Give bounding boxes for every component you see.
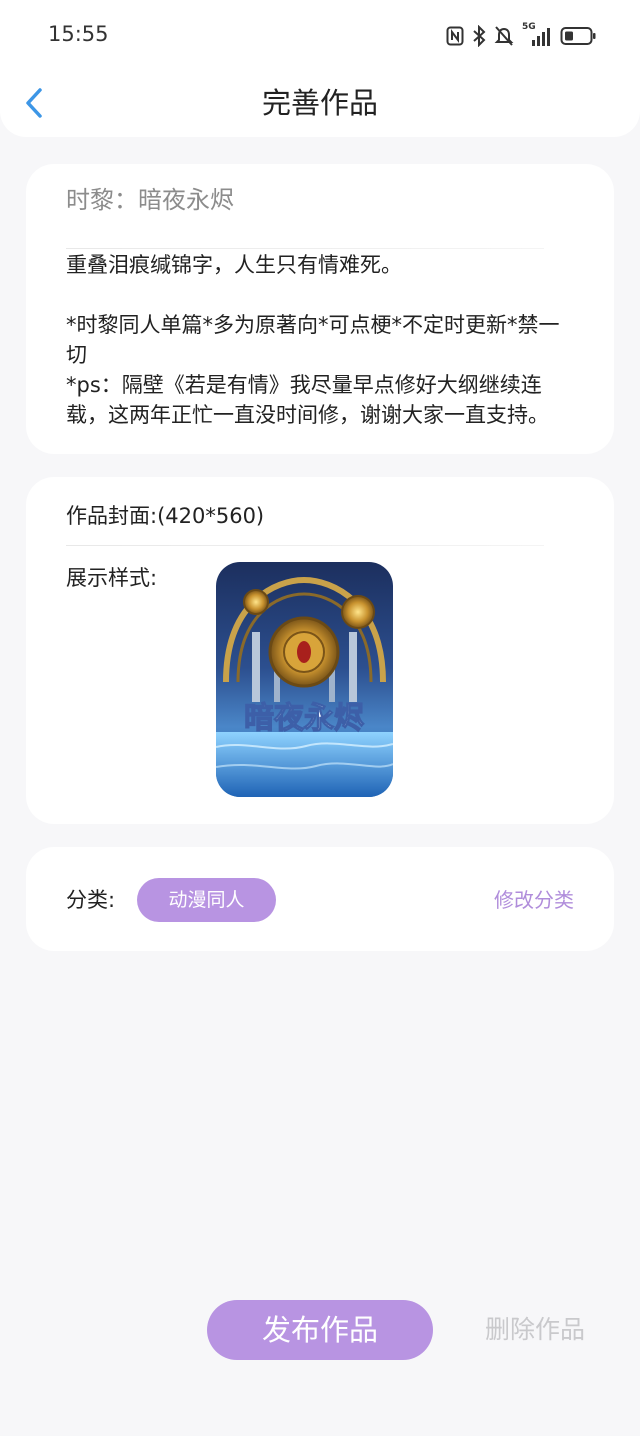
bluetooth-icon <box>472 25 486 47</box>
work-info-card: 时黎：暗夜永烬 重叠泪痕缄锦字，人生只有情难死。 *时黎同人单篇*多为原著向*可… <box>26 164 614 454</box>
status-bar: 15:55 5G <box>0 0 640 70</box>
nfc-icon <box>446 26 464 46</box>
cover-card: 作品封面:(420*560) 展示样式: 暗夜永烬 <box>26 477 614 824</box>
cover-label: 作品封面:(420*560) <box>66 504 265 528</box>
delete-button[interactable]: 删除作品 <box>485 1312 585 1348</box>
top-header: 15:55 5G 完善作品 <box>0 0 640 137</box>
page-title: 完善作品 <box>261 86 378 120</box>
category-tag: 动漫同人 <box>137 878 276 922</box>
category-label: 分类: <box>66 888 116 912</box>
publish-button[interactable]: 发布作品 <box>207 1300 433 1360</box>
category-card: 分类: 动漫同人 修改分类 <box>26 847 614 951</box>
signal-icon: 5G <box>522 22 552 48</box>
work-intro-field[interactable]: 重叠泪痕缄锦字，人生只有情难死。 *时黎同人单篇*多为原著向*可点梗*不定时更新… <box>66 250 576 430</box>
battery-icon <box>560 26 596 46</box>
title-divider <box>66 248 544 249</box>
edit-category-link[interactable]: 修改分类 <box>494 885 574 915</box>
display-style-label: 展示样式: <box>66 566 158 590</box>
cover-image[interactable]: 暗夜永烬 <box>216 562 393 797</box>
status-icons: 5G <box>446 22 596 50</box>
status-time: 15:55 <box>48 22 109 46</box>
cover-title-artwork: 暗夜永烬 <box>244 701 364 736</box>
mute-bell-icon <box>494 25 514 47</box>
work-title-field[interactable]: 时黎：暗夜永烬 <box>66 184 234 216</box>
cover-divider <box>66 545 544 546</box>
